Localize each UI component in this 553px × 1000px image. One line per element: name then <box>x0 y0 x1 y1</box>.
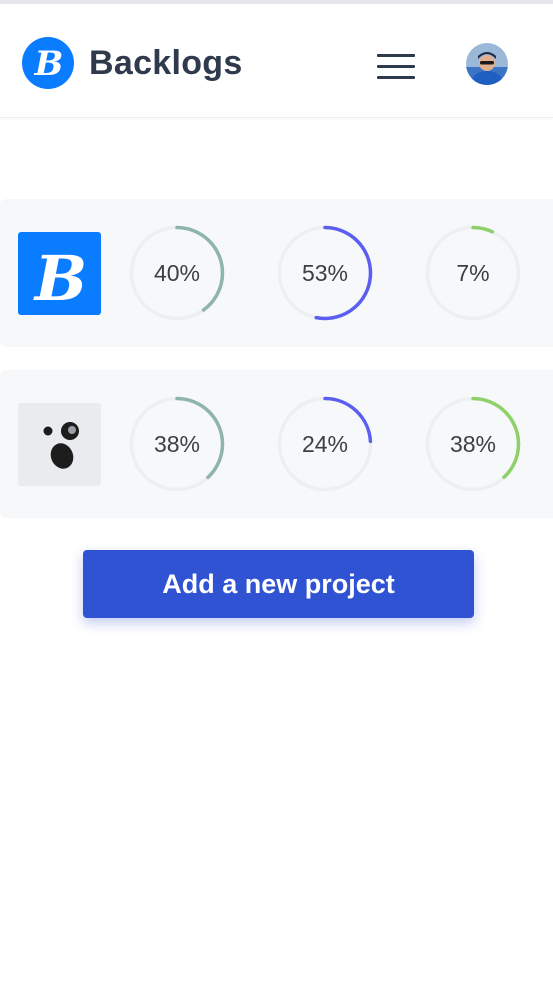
add-new-project-button[interactable]: Add a new project <box>83 550 474 618</box>
progress-ring[interactable]: 38% <box>424 395 522 493</box>
progress-ring[interactable]: 53% <box>276 224 374 322</box>
progress-percent: 38% <box>153 431 201 457</box>
hamburger-menu-icon[interactable] <box>373 48 419 84</box>
project-row[interactable]: B 40% 53% 7% <box>0 199 553 347</box>
progress-percent: 7% <box>456 260 490 286</box>
progress-percent: 24% <box>301 431 349 457</box>
progress-ring[interactable]: 24% <box>276 395 374 493</box>
svg-text:B: B <box>33 242 87 315</box>
brand-home-link[interactable]: B Backlogs <box>22 37 243 89</box>
progress-ring[interactable]: 38% <box>128 395 226 493</box>
backlogs-logo-icon: B <box>22 37 74 89</box>
avatar-photo-icon <box>466 43 508 85</box>
svg-text:B: B <box>34 44 64 84</box>
app-header: B Backlogs <box>0 4 553 118</box>
project-logo-backlogs[interactable]: B <box>18 232 101 315</box>
progress-percent: 53% <box>301 260 349 286</box>
ghost-face-icon <box>18 403 101 486</box>
brand-name: Backlogs <box>89 43 243 82</box>
progress-ring[interactable]: 7% <box>424 224 522 322</box>
progress-percent: 40% <box>153 260 201 286</box>
backlogs-b-icon: B <box>18 232 101 315</box>
user-avatar[interactable] <box>466 43 508 85</box>
progress-ring[interactable]: 40% <box>128 224 226 322</box>
project-logo-ghost[interactable] <box>18 403 101 486</box>
project-row[interactable]: 38% 24% 38% <box>0 370 553 518</box>
progress-percent: 38% <box>449 431 497 457</box>
